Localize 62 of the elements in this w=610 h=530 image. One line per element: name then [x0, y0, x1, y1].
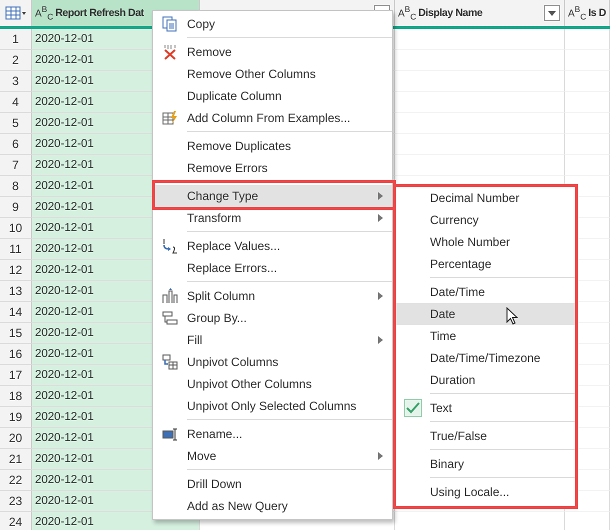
row-number: 3 [0, 71, 32, 92]
row-number: 18 [0, 386, 32, 407]
column-name: Report Refresh Dat [55, 7, 144, 19]
remove-icon [162, 44, 178, 60]
row-number: 14 [0, 302, 32, 323]
row-number: 24 [0, 512, 32, 530]
menu-item[interactable]: Currency [396, 209, 575, 231]
menu-item[interactable]: Date [396, 303, 575, 325]
copy-icon [162, 16, 178, 32]
menu-item[interactable]: Binary [396, 453, 575, 475]
menu-item[interactable]: Time [396, 325, 575, 347]
menu-item[interactable]: Date/Time [396, 281, 575, 303]
menu-item[interactable]: Using Locale... [396, 481, 575, 503]
caret-icon [548, 10, 556, 16]
filter-dropdown-button[interactable] [544, 5, 560, 21]
menu-item[interactable]: Change Type [153, 185, 392, 207]
row-number: 5 [0, 113, 32, 134]
menu-item[interactable]: Date/Time/Timezone [396, 347, 575, 369]
menu-item[interactable]: Percentage [396, 253, 575, 275]
table-cell [565, 29, 610, 50]
table-cell [565, 71, 610, 92]
table-cell [565, 92, 610, 113]
table-lightning-icon [162, 110, 178, 126]
menu-item[interactable]: Whole Number [396, 231, 575, 253]
row-number: 9 [0, 197, 32, 218]
row-number: 6 [0, 134, 32, 155]
row-number: 7 [0, 155, 32, 176]
rename-icon [162, 426, 178, 442]
column-header[interactable]: A$^{B}$$_{C}$ Is D [565, 0, 610, 26]
row-number: 15 [0, 323, 32, 344]
menu-item[interactable]: Text [396, 397, 575, 419]
row-number: 22 [0, 470, 32, 491]
table-cell [565, 134, 610, 155]
column-name: Display Name [418, 7, 482, 19]
menu-item[interactable]: True/False [396, 425, 575, 447]
group-by-icon [162, 310, 178, 326]
replace-values-icon [162, 238, 178, 254]
mouse-pointer-icon [506, 307, 518, 325]
table-icon [4, 6, 26, 20]
table-cell [565, 113, 610, 134]
split-column-icon [162, 288, 178, 304]
row-number: 13 [0, 281, 32, 302]
column-name: Is D [588, 7, 606, 19]
menu-item[interactable]: Decimal Number [396, 187, 575, 209]
row-number: 8 [0, 176, 32, 197]
row-number: 19 [0, 407, 32, 428]
row-number: 1 [0, 29, 32, 50]
row-number: 10 [0, 218, 32, 239]
row-number: 20 [0, 428, 32, 449]
table-cell [565, 50, 610, 71]
menu-item[interactable]: Duration [396, 369, 575, 391]
row-number: 21 [0, 449, 32, 470]
row-number: 23 [0, 491, 32, 512]
row-number: 17 [0, 365, 32, 386]
unpivot-icon [162, 354, 178, 370]
table-cell [565, 155, 610, 176]
row-number: 12 [0, 260, 32, 281]
row-number: 11 [0, 239, 32, 260]
column-header[interactable]: A$^{B}$$_{C}$ Display Name [395, 0, 565, 26]
row-number: 4 [0, 92, 32, 113]
row-number: 16 [0, 344, 32, 365]
row-number: 2 [0, 50, 32, 71]
